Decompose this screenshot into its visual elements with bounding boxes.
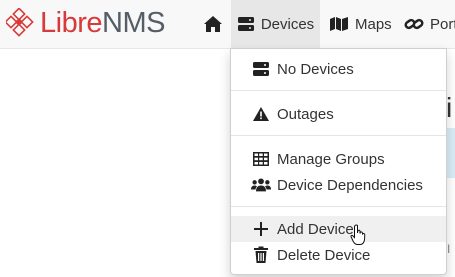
hand-pointer-cursor-icon <box>350 224 366 251</box>
link-icon <box>404 16 424 32</box>
grid-icon <box>251 151 271 167</box>
menu-item-no-devices[interactable]: No Devices <box>231 56 446 82</box>
menu-item-label: Add Device <box>277 220 354 238</box>
nav-home[interactable] <box>200 0 226 48</box>
nav-maps[interactable]: Maps <box>329 0 392 48</box>
plus-icon <box>251 221 271 237</box>
menu-item-label: Outages <box>277 105 334 123</box>
menu-item-device-dependencies[interactable]: Device Dependencies <box>231 172 446 198</box>
top-navbar: LibreNMS Devices Maps Port <box>0 0 455 49</box>
menu-item-label: Manage Groups <box>277 150 385 168</box>
map-icon <box>329 16 349 32</box>
side-text-peek: I <box>447 242 451 256</box>
warning-icon <box>251 106 271 122</box>
librenms-logo[interactable]: LibreNMS <box>6 8 165 38</box>
nav-ports-label: Port <box>430 15 455 33</box>
menu-item-outages[interactable]: Outages <box>231 101 446 127</box>
server-icon <box>251 61 271 77</box>
server-icon <box>237 16 255 32</box>
menu-item-label: No Devices <box>277 60 354 78</box>
logo-mark-icon <box>6 8 34 37</box>
menu-item-delete-device[interactable]: Delete Device <box>231 242 446 268</box>
trash-icon <box>251 246 271 264</box>
users-icon <box>251 177 271 193</box>
nav-ports[interactable]: Port <box>404 0 455 48</box>
menu-divider <box>231 206 446 207</box>
logo-text: LibreNMS <box>40 7 165 39</box>
nav-devices-label: Devices <box>260 15 315 33</box>
devices-dropdown-menu: No Devices Outages Manage Groups Device … <box>230 48 447 275</box>
menu-divider <box>231 90 446 91</box>
menu-item-add-device[interactable]: Add Device <box>231 216 446 242</box>
menu-item-manage-groups[interactable]: Manage Groups <box>231 146 446 172</box>
menu-item-label: Device Dependencies <box>277 176 423 194</box>
nav-devices[interactable]: Devices <box>231 0 320 48</box>
home-icon <box>204 16 222 32</box>
menu-divider <box>231 135 446 136</box>
nav-maps-label: Maps <box>355 15 392 33</box>
